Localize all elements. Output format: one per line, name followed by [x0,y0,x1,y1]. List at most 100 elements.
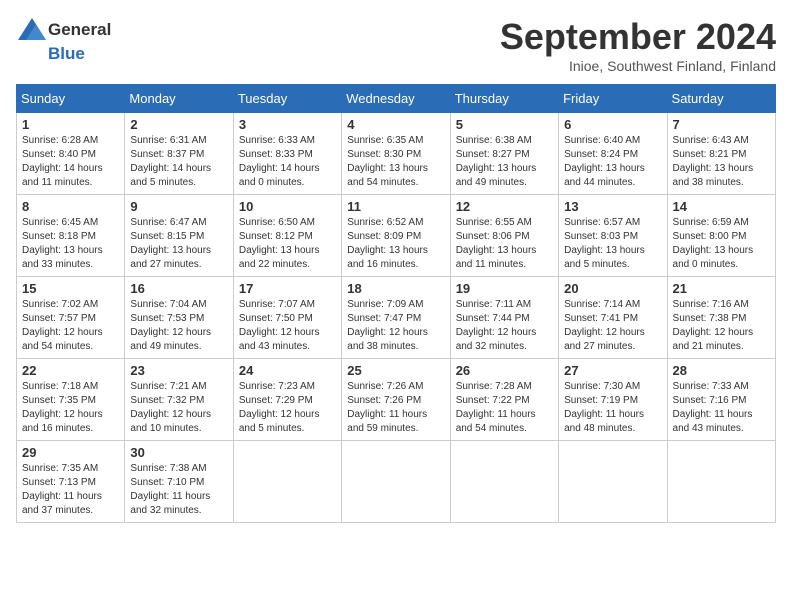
day-info: Sunrise: 7:18 AMSunset: 7:35 PMDaylight:… [22,380,119,436]
logo: General Blue [16,16,111,64]
day-number: 5 [456,117,553,132]
logo-icon [16,16,48,44]
day-info: Sunrise: 7:04 AMSunset: 7:53 PMDaylight:… [130,298,227,354]
day-number: 15 [22,281,119,296]
day-info: Sunrise: 7:14 AMSunset: 7:41 PMDaylight:… [564,298,661,354]
calendar-cell: 20 Sunrise: 7:14 AMSunset: 7:41 PMDayligh… [559,277,667,359]
calendar-cell: 11 Sunrise: 6:52 AMSunset: 8:09 PMDayligh… [342,195,450,277]
day-number: 27 [564,363,661,378]
weekday-header-wednesday: Wednesday [342,85,450,113]
day-info: Sunrise: 7:33 AMSunset: 7:16 PMDaylight:… [673,380,770,436]
day-info: Sunrise: 7:09 AMSunset: 7:47 PMDaylight:… [347,298,444,354]
calendar-cell [233,441,341,523]
calendar-cell: 12 Sunrise: 6:55 AMSunset: 8:06 PMDayligh… [450,195,558,277]
calendar-cell: 30 Sunrise: 7:38 AMSunset: 7:10 PMDayligh… [125,441,233,523]
day-info: Sunrise: 7:35 AMSunset: 7:13 PMDaylight:… [22,462,119,518]
logo-general: General [48,20,111,40]
day-info: Sunrise: 7:11 AMSunset: 7:44 PMDaylight:… [456,298,553,354]
day-number: 1 [22,117,119,132]
day-number: 8 [22,199,119,214]
calendar-cell: 23 Sunrise: 7:21 AMSunset: 7:32 PMDayligh… [125,359,233,441]
day-number: 11 [347,199,444,214]
day-number: 20 [564,281,661,296]
calendar-cell: 5 Sunrise: 6:38 AMSunset: 8:27 PMDaylight… [450,113,558,195]
calendar-cell: 25 Sunrise: 7:26 AMSunset: 7:26 PMDayligh… [342,359,450,441]
calendar-cell: 9 Sunrise: 6:47 AMSunset: 8:15 PMDaylight… [125,195,233,277]
day-info: Sunrise: 6:40 AMSunset: 8:24 PMDaylight:… [564,134,661,190]
calendar-cell: 24 Sunrise: 7:23 AMSunset: 7:29 PMDayligh… [233,359,341,441]
weekday-header-friday: Friday [559,85,667,113]
calendar-cell: 19 Sunrise: 7:11 AMSunset: 7:44 PMDayligh… [450,277,558,359]
day-number: 12 [456,199,553,214]
calendar-cell: 7 Sunrise: 6:43 AMSunset: 8:21 PMDaylight… [667,113,775,195]
day-number: 18 [347,281,444,296]
day-number: 30 [130,445,227,460]
weekday-header-tuesday: Tuesday [233,85,341,113]
weekday-header-thursday: Thursday [450,85,558,113]
header: General Blue September 2024 Inioe, South… [16,16,776,74]
logo-blue: Blue [48,44,85,64]
day-info: Sunrise: 6:28 AMSunset: 8:40 PMDaylight:… [22,134,119,190]
calendar-cell: 4Sunrise: 6:35 AMSunset: 8:30 PMDaylight… [342,113,450,195]
calendar-table: SundayMondayTuesdayWednesdayThursdayFrid… [16,84,776,523]
day-number: 10 [239,199,336,214]
day-number: 6 [564,117,661,132]
calendar-cell: 16 Sunrise: 7:04 AMSunset: 7:53 PMDayligh… [125,277,233,359]
day-number: 28 [673,363,770,378]
day-number: 17 [239,281,336,296]
calendar-cell: 28 Sunrise: 7:33 AMSunset: 7:16 PMDayligh… [667,359,775,441]
day-number: 29 [22,445,119,460]
day-info: Sunrise: 7:21 AMSunset: 7:32 PMDaylight:… [130,380,227,436]
calendar-cell: 22 Sunrise: 7:18 AMSunset: 7:35 PMDayligh… [17,359,125,441]
weekday-header-sunday: Sunday [17,85,125,113]
calendar-cell: 18 Sunrise: 7:09 AMSunset: 7:47 PMDayligh… [342,277,450,359]
day-number: 19 [456,281,553,296]
calendar-cell: 27 Sunrise: 7:30 AMSunset: 7:19 PMDayligh… [559,359,667,441]
day-number: 21 [673,281,770,296]
day-number: 23 [130,363,227,378]
calendar-cell: 29 Sunrise: 7:35 AMSunset: 7:13 PMDayligh… [17,441,125,523]
calendar-cell [450,441,558,523]
calendar-cell: 15 Sunrise: 7:02 AMSunset: 7:57 PMDayligh… [17,277,125,359]
calendar-cell [559,441,667,523]
day-info: Sunrise: 6:59 AMSunset: 8:00 PMDaylight:… [673,216,770,272]
calendar-cell: 26 Sunrise: 7:28 AMSunset: 7:22 PMDayligh… [450,359,558,441]
calendar-cell: 13 Sunrise: 6:57 AMSunset: 8:03 PMDayligh… [559,195,667,277]
calendar-cell: 10Sunrise: 6:50 AMSunset: 8:12 PMDayligh… [233,195,341,277]
calendar-cell: 8 Sunrise: 6:45 AMSunset: 8:18 PMDaylight… [17,195,125,277]
day-info: Sunrise: 6:55 AMSunset: 8:06 PMDaylight:… [456,216,553,272]
weekday-header-monday: Monday [125,85,233,113]
location: Inioe, Southwest Finland, Finland [500,58,776,74]
month-title: September 2024 [500,16,776,58]
day-info: Sunrise: 7:30 AMSunset: 7:19 PMDaylight:… [564,380,661,436]
calendar-cell: 3Sunrise: 6:33 AMSunset: 8:33 PMDaylight… [233,113,341,195]
day-info: Sunrise: 7:28 AMSunset: 7:22 PMDaylight:… [456,380,553,436]
day-info: Sunrise: 7:02 AMSunset: 7:57 PMDaylight:… [22,298,119,354]
day-number: 4 [347,117,444,132]
day-info: Sunrise: 7:26 AMSunset: 7:26 PMDaylight:… [347,380,444,436]
day-number: 2 [130,117,227,132]
calendar-cell: 21Sunrise: 7:16 AMSunset: 7:38 PMDayligh… [667,277,775,359]
day-number: 9 [130,199,227,214]
day-number: 24 [239,363,336,378]
day-info: Sunrise: 6:43 AMSunset: 8:21 PMDaylight:… [673,134,770,190]
day-info: Sunrise: 7:23 AMSunset: 7:29 PMDaylight:… [239,380,336,436]
day-number: 7 [673,117,770,132]
calendar-cell: 17 Sunrise: 7:07 AMSunset: 7:50 PMDayligh… [233,277,341,359]
day-number: 25 [347,363,444,378]
day-info: Sunrise: 6:52 AMSunset: 8:09 PMDaylight:… [347,216,444,272]
day-number: 13 [564,199,661,214]
calendar-cell: 2Sunrise: 6:31 AMSunset: 8:37 PMDaylight… [125,113,233,195]
day-number: 26 [456,363,553,378]
calendar-cell: 1 Sunrise: 6:28 AMSunset: 8:40 PMDaylight… [17,113,125,195]
day-info: Sunrise: 7:07 AMSunset: 7:50 PMDaylight:… [239,298,336,354]
day-number: 16 [130,281,227,296]
day-info: Sunrise: 6:57 AMSunset: 8:03 PMDaylight:… [564,216,661,272]
calendar-cell: 14Sunrise: 6:59 AMSunset: 8:00 PMDayligh… [667,195,775,277]
day-info: Sunrise: 6:38 AMSunset: 8:27 PMDaylight:… [456,134,553,190]
day-info: Sunrise: 6:45 AMSunset: 8:18 PMDaylight:… [22,216,119,272]
day-info: Sunrise: 6:47 AMSunset: 8:15 PMDaylight:… [130,216,227,272]
day-info: Sunrise: 7:38 AMSunset: 7:10 PMDaylight:… [130,462,227,518]
day-info: Sunrise: 6:33 AMSunset: 8:33 PMDaylight:… [239,134,336,190]
day-number: 22 [22,363,119,378]
